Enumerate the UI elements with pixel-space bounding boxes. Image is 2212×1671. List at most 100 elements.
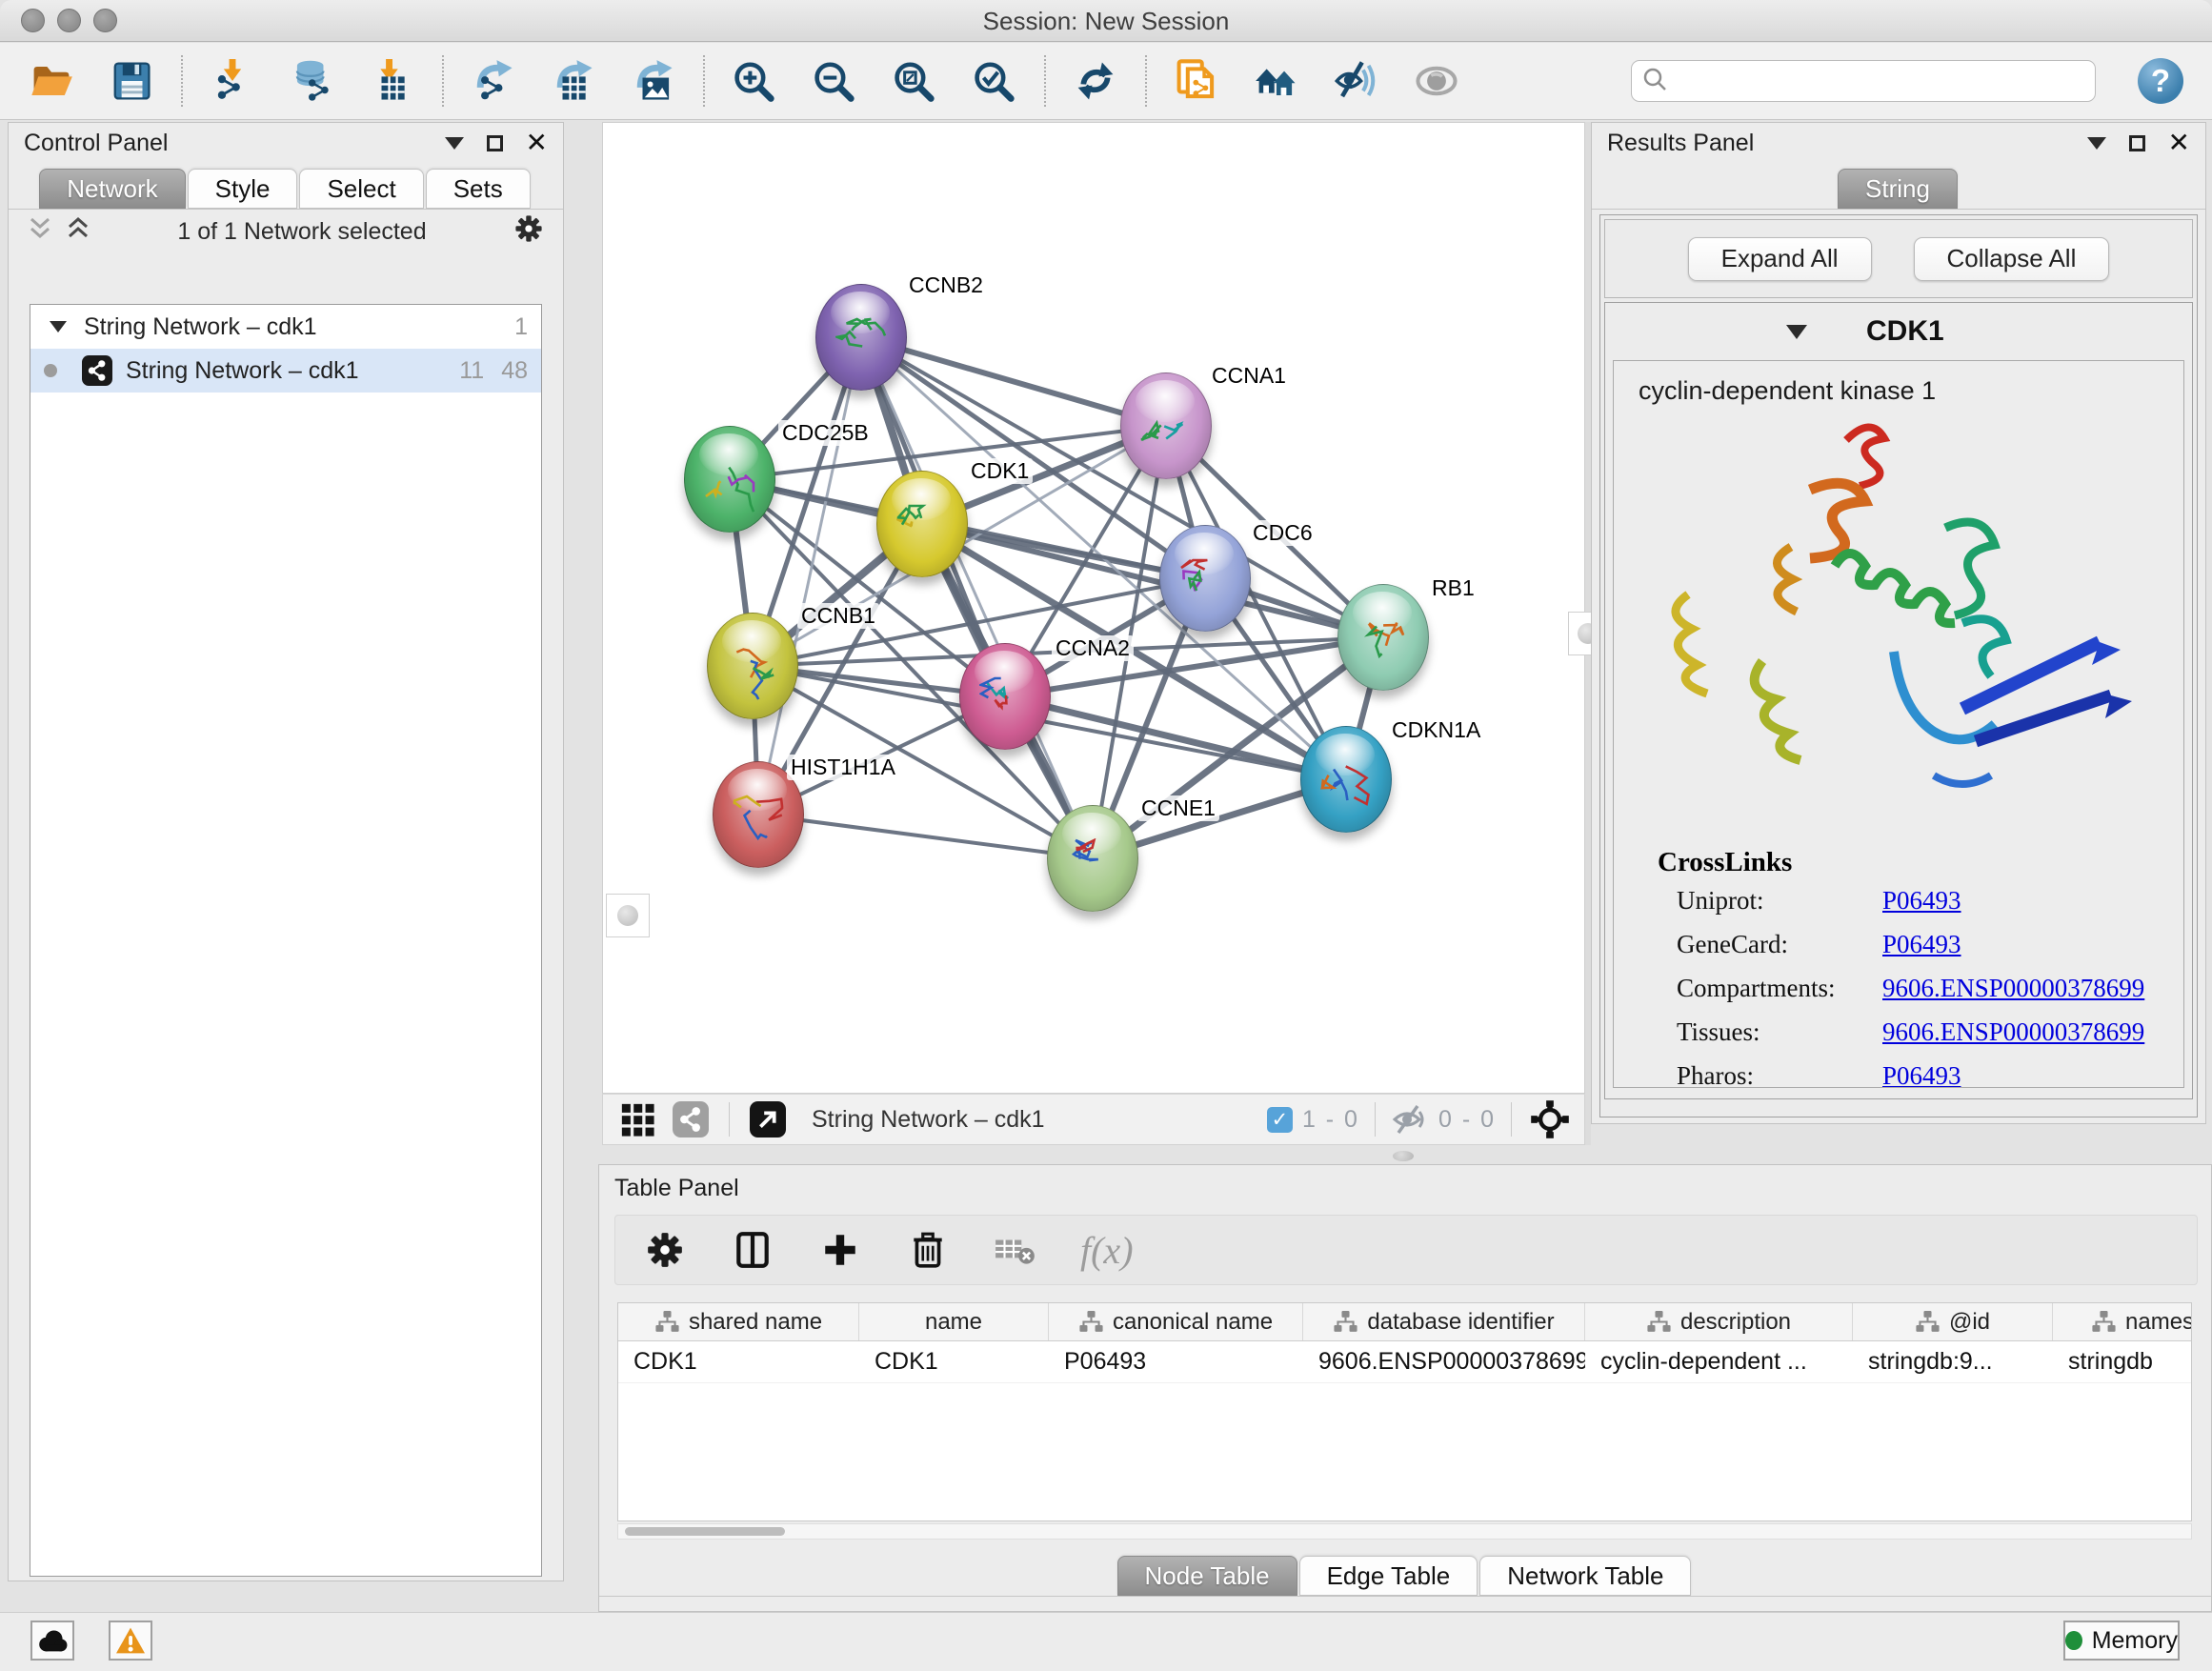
collapse-all-button[interactable]: Collapse All — [1914, 237, 2110, 281]
zoom-in-icon[interactable] — [732, 58, 777, 104]
table-cell[interactable]: stringdb:9... — [1853, 1341, 2053, 1382]
network-node-ccnb2[interactable] — [815, 284, 907, 391]
column-header-shared-name[interactable]: shared name — [618, 1303, 859, 1340]
network-node-ccne1[interactable] — [1047, 805, 1138, 912]
node-result-header[interactable]: CDK1 — [1605, 303, 2192, 360]
export-table-icon[interactable] — [551, 58, 596, 104]
gear-icon[interactable] — [642, 1227, 688, 1273]
float-menu-icon[interactable] — [445, 137, 464, 150]
network-canvas[interactable]: CCNB2 CCNA1 CDC25B CDK1 CDC6 RB1 CCNB1 C… — [602, 122, 1585, 1094]
close-icon[interactable]: ✕ — [526, 130, 548, 156]
control-panel-header: Control Panel ✕ — [9, 123, 563, 163]
import-table-icon[interactable] — [370, 58, 415, 104]
network-node-ccna2[interactable] — [959, 643, 1051, 750]
inactive-eye-icon[interactable] — [1414, 58, 1459, 104]
expand-all-networks-icon[interactable] — [66, 216, 90, 248]
birds-eye-view-icon[interactable] — [1527, 1097, 1573, 1142]
column-header-description[interactable]: description — [1585, 1303, 1853, 1340]
network-node-cdk1[interactable] — [876, 471, 968, 577]
tab-node-table[interactable]: Node Table — [1117, 1556, 1297, 1596]
table-cell[interactable]: CDK1 — [859, 1341, 1049, 1382]
crosslink-label: GeneCard: — [1614, 930, 1882, 959]
protein-thumbnail — [733, 795, 786, 852]
network-collection-row[interactable]: String Network – cdk1 1 — [30, 305, 541, 349]
float-window-icon[interactable] — [2129, 135, 2145, 151]
refresh-network-icon[interactable] — [1073, 58, 1118, 104]
duplicate-network-icon[interactable] — [1174, 58, 1219, 104]
tab-string[interactable]: String — [1838, 169, 1958, 209]
network-share-icon[interactable] — [668, 1097, 714, 1142]
column-header-name[interactable]: name — [859, 1303, 1049, 1340]
search-box[interactable] — [1631, 60, 2096, 102]
collection-expander-icon[interactable] — [50, 321, 67, 332]
close-icon[interactable]: ✕ — [2168, 130, 2190, 156]
add-column-icon[interactable] — [817, 1227, 863, 1273]
float-menu-icon[interactable] — [2087, 137, 2106, 150]
crosslink-link[interactable]: P06493 — [1882, 1061, 1961, 1089]
network-node-ccna1[interactable] — [1120, 372, 1212, 479]
string-home-icon[interactable] — [1254, 58, 1299, 104]
table-row[interactable]: CDK1CDK1P064939606.ENSP00000378699cyclin… — [618, 1341, 2191, 1383]
horizontal-splitter-handle[interactable] — [1393, 1151, 1414, 1161]
help-button[interactable]: ? — [2138, 58, 2183, 104]
float-window-icon[interactable] — [487, 135, 503, 151]
table-cell[interactable]: 9606.ENSP00000378699 — [1303, 1341, 1585, 1382]
column-header-namespace[interactable]: namespace — [2053, 1303, 2192, 1340]
tab-network[interactable]: Network — [39, 169, 185, 209]
table-horizontal-scrollbar[interactable] — [617, 1523, 2192, 1540]
save-session-icon[interactable] — [109, 58, 154, 104]
column-header-canonical-name[interactable]: canonical name — [1049, 1303, 1303, 1340]
search-input[interactable] — [1668, 68, 2085, 94]
table-cell[interactable]: CDK1 — [618, 1341, 859, 1382]
column-header-database-identifier[interactable]: database identifier — [1303, 1303, 1585, 1340]
export-network-icon[interactable] — [471, 58, 516, 104]
collapse-all-networks-icon[interactable] — [28, 216, 52, 248]
table-cell[interactable]: P06493 — [1049, 1341, 1303, 1382]
crosslink-link[interactable]: 9606.ENSP00000378699 — [1882, 974, 2144, 1003]
scrollbar-thumb[interactable] — [625, 1527, 785, 1536]
network-node-cdkn1a[interactable] — [1300, 726, 1392, 833]
warning-button[interactable] — [109, 1621, 152, 1661]
cytoscape-window: { "window": { "title": "Session: New Ses… — [0, 0, 2212, 1671]
crosslink-link[interactable]: 9606.ENSP00000378699 — [1882, 1017, 2144, 1047]
import-database-icon[interactable] — [290, 58, 335, 104]
titlebar: Session: New Session — [0, 0, 2212, 42]
crosslink-label: Tissues: — [1614, 1017, 1882, 1047]
collapse-entry-icon[interactable] — [1786, 325, 1807, 339]
network-node-ccnb1[interactable] — [707, 613, 798, 719]
import-network-icon[interactable] — [210, 58, 255, 104]
crosslink-link[interactable]: P06493 — [1882, 886, 1961, 916]
memory-button[interactable]: Memory — [2063, 1621, 2180, 1661]
grid-view-icon[interactable] — [614, 1097, 660, 1142]
table-cell[interactable]: stringdb — [2053, 1341, 2192, 1382]
shared-column-icon — [1646, 1311, 1672, 1333]
gear-icon[interactable] — [513, 213, 544, 251]
tab-network-table[interactable]: Network Table — [1479, 1556, 1691, 1596]
detach-view-icon[interactable] — [745, 1097, 791, 1142]
toggle-graphics-details-icon[interactable] — [1334, 58, 1379, 104]
column-header--id[interactable]: @id — [1853, 1303, 2053, 1340]
network-node-cdc6[interactable] — [1159, 525, 1251, 632]
hidden-counts: 0 - 0 — [1438, 1106, 1496, 1134]
crosslink-link[interactable]: P06493 — [1882, 930, 1961, 959]
export-image-icon[interactable] — [631, 58, 676, 104]
tab-edge-table[interactable]: Edge Table — [1299, 1556, 1478, 1596]
protein-structure-image — [1648, 413, 2183, 836]
network-node-cdc25b[interactable] — [684, 426, 775, 533]
expand-all-button[interactable]: Expand All — [1688, 237, 1872, 281]
open-session-icon[interactable] — [29, 58, 74, 104]
network-row[interactable]: String Network – cdk1 11 48 — [30, 349, 541, 393]
tab-style[interactable]: Style — [188, 169, 298, 209]
zoom-fit-icon[interactable] — [892, 58, 937, 104]
show-columns-icon[interactable] — [730, 1227, 775, 1273]
tab-select[interactable]: Select — [299, 169, 423, 209]
selected-checkbox-icon[interactable]: ✓ — [1267, 1107, 1293, 1133]
cloud-button[interactable] — [30, 1621, 74, 1661]
network-node-rb1[interactable] — [1337, 584, 1429, 691]
delete-column-icon[interactable] — [905, 1227, 951, 1273]
tab-sets[interactable]: Sets — [426, 169, 531, 209]
table-cell[interactable]: cyclin-dependent ... — [1585, 1341, 1853, 1382]
zoom-selected-icon[interactable] — [972, 58, 1017, 104]
left-splitter-handle[interactable] — [606, 894, 650, 937]
zoom-out-icon[interactable] — [812, 58, 857, 104]
